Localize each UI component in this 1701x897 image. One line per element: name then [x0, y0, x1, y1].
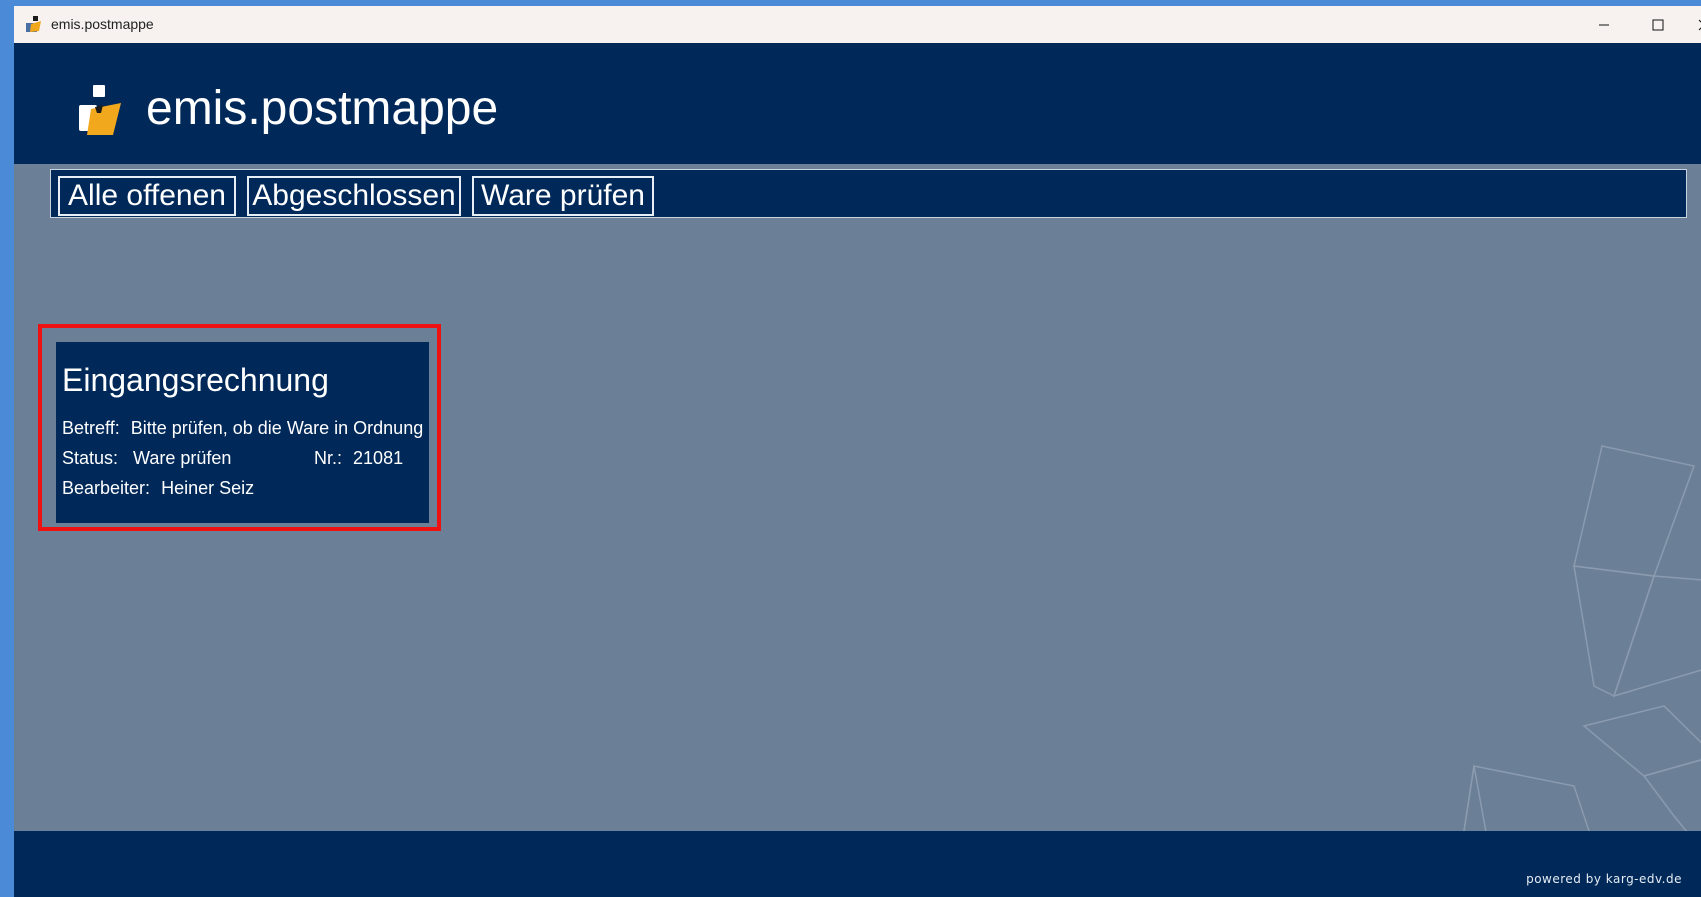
tab-alle-offenen[interactable]: Alle offenen: [58, 176, 236, 216]
app-icon: [26, 16, 41, 32]
subject-value: Bitte prüfen, ob die Ware in Ordnung: [130, 418, 424, 438]
subject-label: Betreff:: [62, 418, 120, 438]
editor-label: Bearbeiter:: [62, 478, 151, 498]
app-window: emis.postmappe emis.postmappe Alle offen…: [14, 6, 1701, 897]
decorative-cubes-graphic: [1453, 445, 1701, 897]
window-title: emis.postmappe: [51, 16, 154, 32]
number-group: Nr.: 21081: [314, 448, 403, 469]
powered-by-text: powered by karg-edv.de: [1526, 872, 1682, 886]
editor-value: Heiner Seiz: [161, 478, 255, 498]
status-value: Ware prüfen: [133, 448, 232, 468]
app-header: emis.postmappe: [14, 43, 1701, 164]
card-status-row: Status: Ware prüfen Nr.: 21081: [62, 448, 422, 469]
tab-bar: Alle offenen Abgeschlossen Ware prüfen: [50, 169, 1687, 218]
tab-abgeschlossen[interactable]: Abgeschlossen: [247, 176, 461, 216]
card-subject-row: Betreff: Bitte prüfen, ob die Ware in Or…: [62, 418, 423, 439]
minimize-icon: [1599, 24, 1609, 25]
tab-ware-pruefen[interactable]: Ware prüfen: [472, 176, 654, 216]
app-name-heading: emis.postmappe: [146, 82, 499, 135]
mail-item-card[interactable]: Eingangsrechnung Betreff: Bitte prüfen, …: [56, 342, 429, 523]
title-bar[interactable]: emis.postmappe: [14, 6, 1701, 43]
number-label: Nr.:: [314, 448, 343, 468]
status-label: Status:: [62, 448, 119, 468]
close-button[interactable]: [1677, 6, 1701, 43]
number-value: 21081: [353, 448, 404, 468]
minimize-button[interactable]: [1577, 6, 1631, 43]
card-editor-row: Bearbeiter: Heiner Seiz: [62, 478, 254, 499]
card-title: Eingangsrechnung: [62, 362, 329, 398]
postmappe-logo-icon: [79, 85, 121, 135]
footer-bar: [14, 831, 1701, 897]
maximize-icon: [1652, 19, 1664, 30]
